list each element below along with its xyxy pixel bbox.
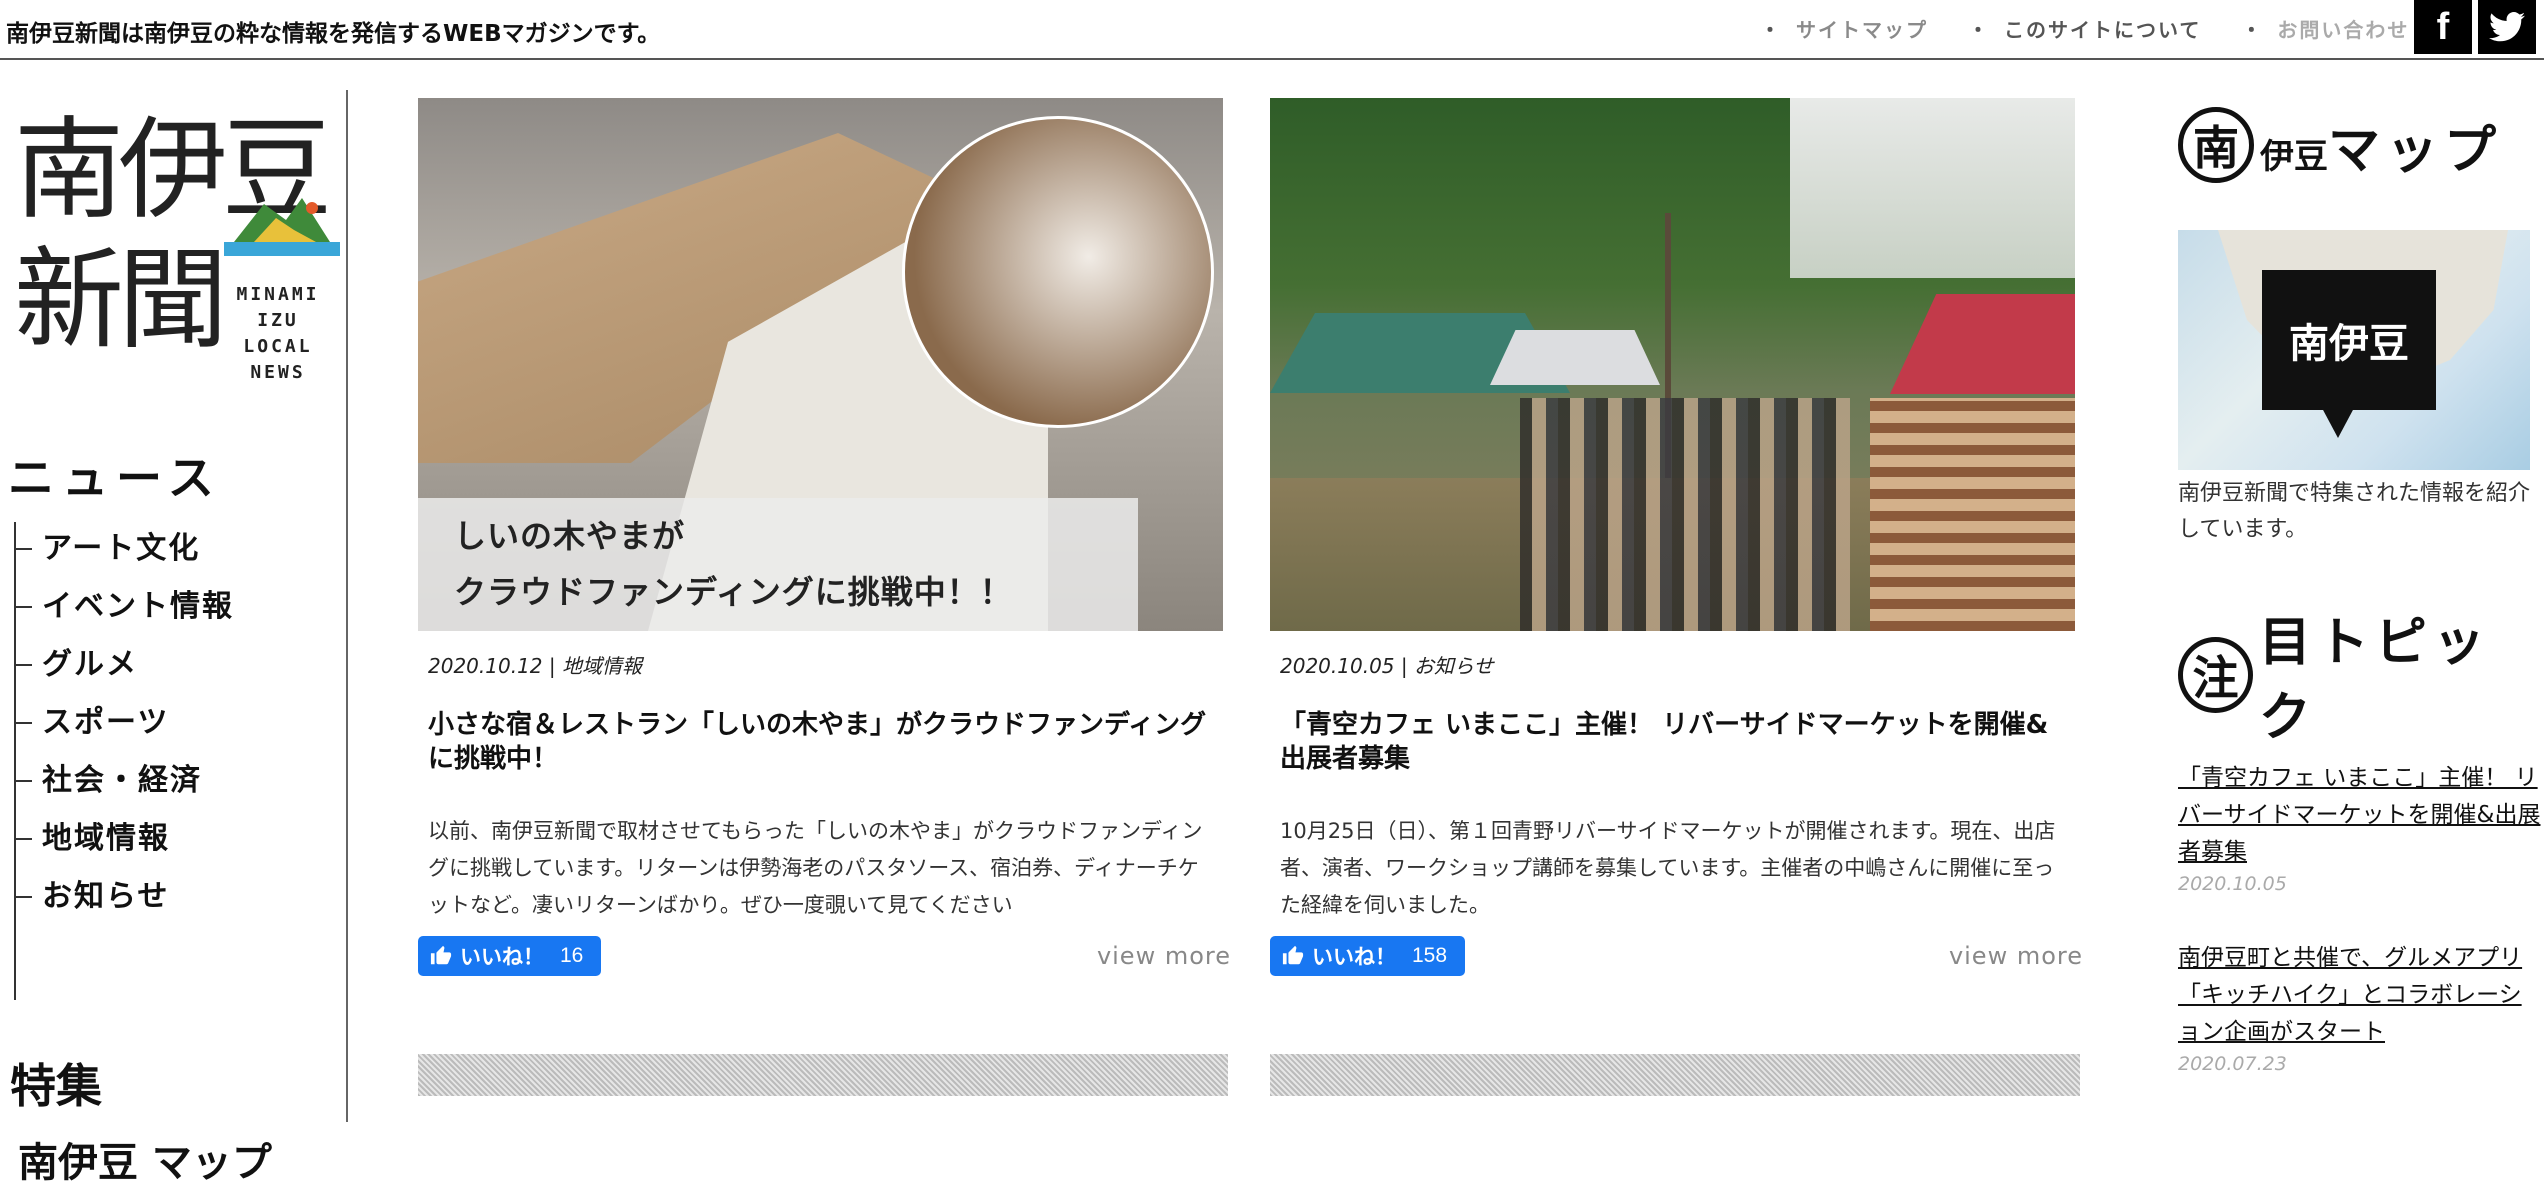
article-category[interactable]: 地域情報 <box>562 654 642 678</box>
article-card: しいの木やまが クラウドファンディングに挑戦中！！ 2020.10.12 | 地… <box>418 98 1230 1096</box>
mountain-icon <box>224 198 340 256</box>
map-heading-circle: 南 <box>2178 107 2254 183</box>
nav-sitemap[interactable]: ・サイトマップ <box>1760 14 1928 43</box>
thumbs-up-icon <box>1282 945 1304 965</box>
site-tagline: 南伊豆新聞は南伊豆の粋な情報を発信するWEBマガジンです。 <box>6 21 661 47</box>
topic-item: 南伊豆町と共催で、グルメアプリ「キッチハイク」とコラボレーション企画がスタート … <box>2178 940 2544 1075</box>
logo-kanji-bottom: 新聞 <box>14 236 228 364</box>
view-more-link[interactable]: view more <box>1097 942 1231 970</box>
like-count: 16 <box>560 944 584 967</box>
category-sports[interactable]: スポーツ <box>14 694 234 752</box>
bullet-icon: ・ <box>1760 18 1782 42</box>
portrait-photo <box>902 116 1214 428</box>
like-button[interactable]: いいね！ 16 <box>418 936 602 976</box>
article-meta: 2020.10.05 | お知らせ <box>1280 654 1494 678</box>
news-category-list: アート文化 イベント情報 グルメ スポーツ 社会・経済 地域情報 お知らせ <box>14 520 234 926</box>
article-excerpt: 10月25日（日）、第１回青野リバーサイドマーケットが開催されます。現在、出店者… <box>1280 819 2056 917</box>
category-local[interactable]: 地域情報 <box>14 810 234 868</box>
bullet-icon: ・ <box>2241 18 2264 42</box>
like-button[interactable]: いいね！ 158 <box>1270 936 1466 976</box>
category-notice[interactable]: お知らせ <box>14 868 234 926</box>
news-heading: ニュース <box>8 451 222 505</box>
article-card: 2020.10.05 | お知らせ 「青空カフェ いまここ」主催！ リバーサイド… <box>1270 98 2082 1096</box>
thumbnail-caption: しいの木やまが クラウドファンディングに挑戦中！！ <box>454 517 1013 611</box>
bullet-icon: ・ <box>1968 18 1990 42</box>
category-society[interactable]: 社会・経済 <box>14 752 234 810</box>
article-title[interactable]: 「青空カフェ いまここ」主催！ リバーサイドマーケットを開催&出展者募集 <box>1280 708 2070 776</box>
article-title[interactable]: 小さな宿＆レストラン「しいの木やま」がクラウドファンディングに挑戦中！ <box>428 708 1218 776</box>
twitter-icon[interactable] <box>2478 0 2536 54</box>
left-sidebar: 南伊豆 新聞 MINAMI IZU LOCAL NEWS ニュース アート文化 … <box>0 90 348 1186</box>
article-date: 2020.10.12 <box>428 654 543 678</box>
nav-contact[interactable]: ・お問い合わせ <box>2241 14 2409 43</box>
topics-heading: 注 目トピック <box>2178 613 2544 748</box>
article-category[interactable]: お知らせ <box>1414 654 1494 678</box>
topic-date: 2020.10.05 <box>2178 873 2287 895</box>
placeholder-bar <box>1270 1054 2080 1096</box>
nav-about[interactable]: ・このサイトについて <box>1968 14 2201 43</box>
article-date: 2020.10.05 <box>1280 654 1395 678</box>
map-label: 南伊豆 <box>2262 270 2436 438</box>
map-thumbnail[interactable]: 南伊豆 <box>2178 230 2530 470</box>
map-description: 南伊豆新聞で特集された情報を紹介しています。 <box>2178 481 2531 542</box>
special-map-link[interactable]: 南伊豆 マップ <box>18 1130 272 1188</box>
special-heading: 特集 <box>10 1059 102 1113</box>
category-art[interactable]: アート文化 <box>14 520 234 578</box>
topic-item: 「青空カフェ いまここ」主催！ リバーサイドマーケットを開催&出展者募集 202… <box>2178 760 2544 895</box>
site-logo[interactable]: 南伊豆 新聞 MINAMI IZU LOCAL NEWS <box>14 110 340 400</box>
right-column: 南 伊豆マップ 南伊豆 南伊豆新聞で特集された情報を紹介しています。 注 目トピ… <box>2178 100 2544 1075</box>
placeholder-bar <box>418 1054 1228 1096</box>
facebook-icon[interactable]: f <box>2414 0 2472 54</box>
logo-english: MINAMI IZU LOCAL NEWS <box>236 284 320 383</box>
topic-title[interactable]: 南伊豆町と共催で、グルメアプリ「キッチハイク」とコラボレーション企画がスタート <box>2178 940 2544 1051</box>
article-meta: 2020.10.12 | 地域情報 <box>428 654 642 678</box>
top-nav: ・サイトマップ ・このサイトについて ・お問い合わせ <box>1760 14 2449 43</box>
view-more-link[interactable]: view more <box>1949 942 2083 970</box>
topic-title[interactable]: 「青空カフェ いまここ」主催！ リバーサイドマーケットを開催&出展者募集 <box>2178 760 2544 871</box>
top-bar: 南伊豆新聞は南伊豆の粋な情報を発信するWEBマガジンです。 ・サイトマップ ・こ… <box>0 0 2544 60</box>
category-event[interactable]: イベント情報 <box>14 578 234 636</box>
topics-heading-circle: 注 <box>2178 637 2253 713</box>
article-excerpt: 以前、南伊豆新聞で取材させてもらった「しいの木やま」がクラウドファンディングに挑… <box>428 819 1203 917</box>
category-gourmet[interactable]: グルメ <box>14 636 234 694</box>
map-heading: 南 伊豆マップ <box>2178 100 2544 190</box>
thumbs-up-icon <box>430 945 452 965</box>
topic-date: 2020.07.23 <box>2178 1053 2287 1075</box>
article-thumbnail[interactable] <box>1270 98 2075 631</box>
like-count: 158 <box>1412 944 1448 967</box>
article-thumbnail[interactable]: しいの木やまが クラウドファンディングに挑戦中！！ <box>418 98 1223 631</box>
